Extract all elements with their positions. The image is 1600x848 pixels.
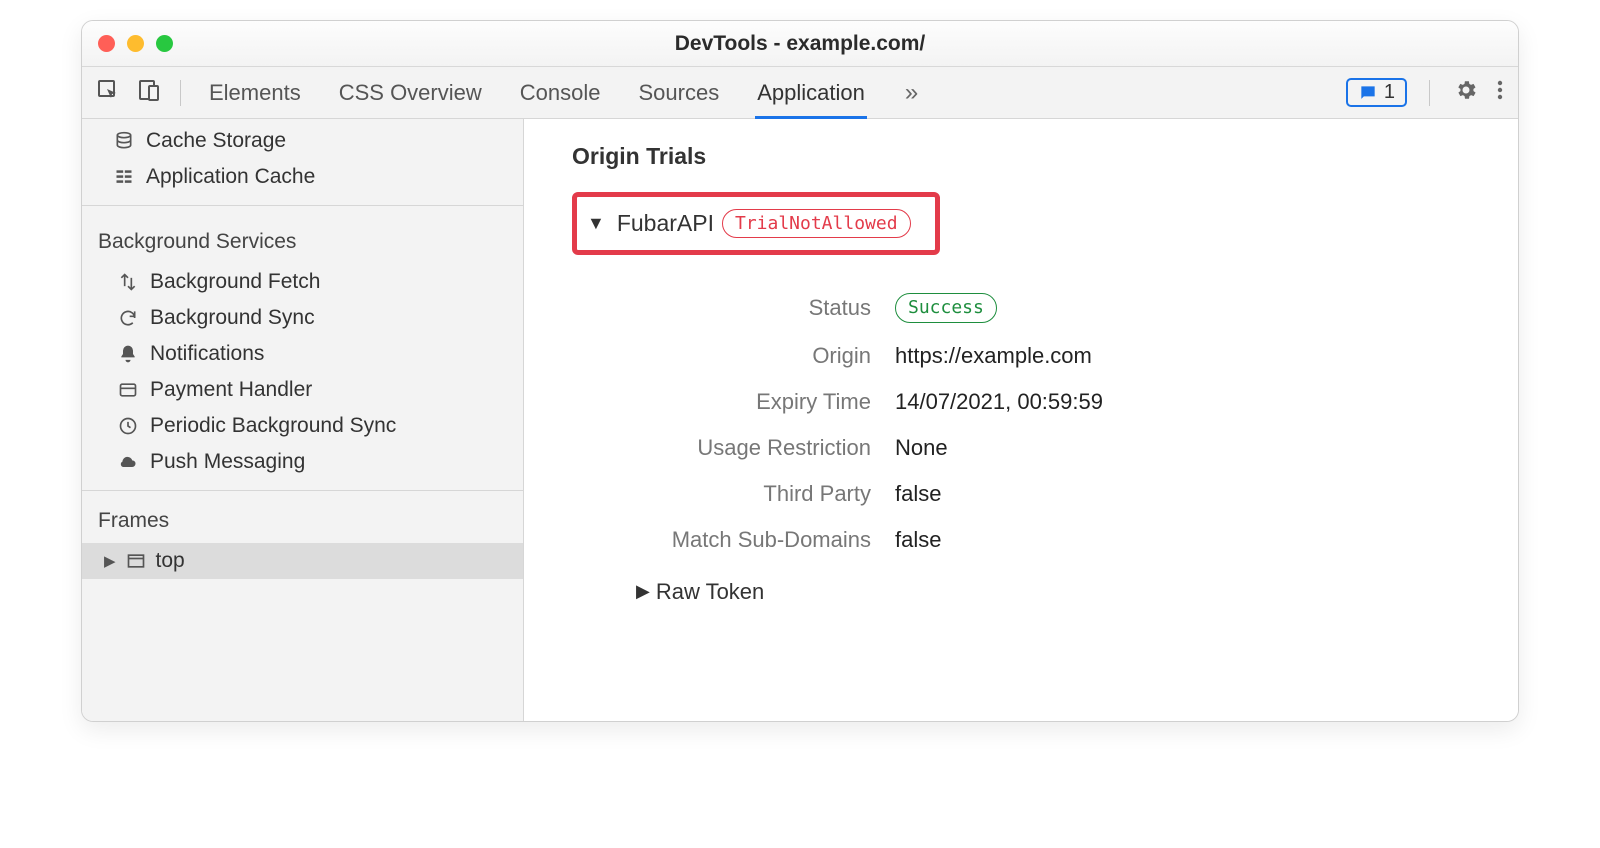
sidebar-item-label: Cache Storage	[146, 129, 286, 153]
label-origin: Origin	[590, 343, 895, 369]
devtools-toolbar: Elements CSS Overview Console Sources Ap…	[82, 67, 1518, 119]
value-expiry: 14/07/2021, 00:59:59	[895, 389, 1103, 415]
sidebar-item-frame-top[interactable]: ▶ top	[82, 543, 523, 579]
devtools-window: DevTools - example.com/ Elements CSS Ove…	[81, 20, 1519, 722]
toolbar-left	[96, 78, 187, 108]
tab-sources[interactable]: Sources	[638, 68, 719, 118]
expand-triangle-icon[interactable]: ▶	[104, 552, 116, 570]
frame-name: top	[156, 549, 185, 573]
row-third-party: Third Party false	[590, 471, 1488, 517]
kebab-menu-icon[interactable]	[1496, 78, 1504, 108]
close-window-icon[interactable]	[98, 35, 115, 52]
toolbar-divider	[180, 80, 181, 106]
sidebar-item-label: Application Cache	[146, 165, 315, 189]
sidebar-item-label: Background Sync	[150, 306, 315, 330]
raw-token-row[interactable]: ▶ Raw Token	[636, 579, 1488, 605]
label-usage-restriction: Usage Restriction	[590, 435, 895, 461]
panel-title: Origin Trials	[572, 143, 1488, 170]
tab-application[interactable]: Application	[757, 68, 865, 118]
titlebar: DevTools - example.com/	[82, 21, 1518, 67]
application-sidebar: Cache Storage Application Cache Backgrou…	[82, 119, 524, 721]
tab-console[interactable]: Console	[520, 68, 601, 118]
label-third-party: Third Party	[590, 481, 895, 507]
sidebar-item-notifications[interactable]: Notifications	[82, 336, 523, 372]
device-toolbar-icon[interactable]	[136, 78, 160, 108]
sidebar-item-application-cache[interactable]: Application Cache	[82, 159, 523, 195]
expand-triangle-icon[interactable]: ▶	[636, 581, 650, 602]
sync-icon	[116, 308, 140, 328]
row-usage-restriction: Usage Restriction None	[590, 425, 1488, 471]
label-match-subdomains: Match Sub-Domains	[590, 527, 895, 553]
application-main-panel: Origin Trials ▼ FubarAPI TrialNotAllowed…	[524, 119, 1518, 721]
credit-card-icon	[116, 380, 140, 400]
value-usage-restriction: None	[895, 435, 948, 461]
trial-status-pill: TrialNotAllowed	[722, 209, 911, 238]
value-origin: https://example.com	[895, 343, 1092, 369]
trial-name: FubarAPI	[617, 210, 714, 237]
sidebar-item-label: Background Fetch	[150, 270, 320, 294]
sidebar-group-background: Background Services Background Fetch Bac…	[82, 206, 523, 491]
clock-icon	[116, 416, 140, 436]
more-tabs-icon[interactable]: »	[905, 79, 918, 107]
sidebar-heading-frames: Frames	[82, 495, 523, 543]
sidebar-item-label: Push Messaging	[150, 450, 305, 474]
trial-details-table: Status Success Origin https://example.co…	[590, 283, 1488, 562]
sidebar-item-push-messaging[interactable]: Push Messaging	[82, 444, 523, 480]
sidebar-item-label: Payment Handler	[150, 378, 312, 402]
content-area: Cache Storage Application Cache Backgrou…	[82, 119, 1518, 721]
inspect-element-icon[interactable]	[96, 78, 120, 108]
minimize-window-icon[interactable]	[127, 35, 144, 52]
value-third-party: false	[895, 481, 941, 507]
issues-badge[interactable]: 1	[1346, 78, 1407, 107]
tab-elements[interactable]: Elements	[209, 68, 301, 118]
sidebar-heading-background: Background Services	[82, 210, 523, 264]
window-icon	[124, 551, 148, 571]
sidebar-item-label: Periodic Background Sync	[150, 414, 396, 438]
sidebar-item-periodic-sync[interactable]: Periodic Background Sync	[82, 408, 523, 444]
settings-icon[interactable]	[1454, 78, 1478, 108]
status-value-pill: Success	[895, 293, 997, 322]
grid-icon	[112, 167, 136, 187]
value-match-subdomains: false	[895, 527, 941, 553]
sidebar-item-background-fetch[interactable]: Background Fetch	[82, 264, 523, 300]
row-status: Status Success	[590, 283, 1488, 332]
bell-icon	[116, 344, 140, 364]
issues-count: 1	[1384, 81, 1395, 104]
sidebar-group-frames: Frames ▶ top	[82, 491, 523, 589]
cloud-icon	[116, 452, 140, 472]
devtools-tabs: Elements CSS Overview Console Sources Ap…	[209, 68, 918, 118]
row-match-subdomains: Match Sub-Domains false	[590, 517, 1488, 563]
label-expiry: Expiry Time	[590, 389, 895, 415]
database-icon	[112, 131, 136, 151]
label-status: Status	[590, 295, 895, 321]
sidebar-item-label: Notifications	[150, 342, 264, 366]
row-origin: Origin https://example.com	[590, 333, 1488, 379]
toolbar-right: 1	[1346, 78, 1504, 108]
origin-trial-highlight: ▼ FubarAPI TrialNotAllowed	[572, 192, 940, 255]
zoom-window-icon[interactable]	[156, 35, 173, 52]
row-expiry: Expiry Time 14/07/2021, 00:59:59	[590, 379, 1488, 425]
collapse-triangle-icon[interactable]: ▼	[587, 213, 605, 234]
raw-token-label: Raw Token	[656, 579, 764, 605]
tab-css-overview[interactable]: CSS Overview	[339, 68, 482, 118]
sidebar-item-payment-handler[interactable]: Payment Handler	[82, 372, 523, 408]
toolbar-divider	[1429, 80, 1430, 106]
traffic-lights	[98, 35, 173, 52]
sidebar-group-cache: Cache Storage Application Cache	[82, 119, 523, 206]
window-title: DevTools - example.com/	[82, 32, 1518, 56]
transfer-icon	[116, 272, 140, 292]
sidebar-item-background-sync[interactable]: Background Sync	[82, 300, 523, 336]
sidebar-item-cache-storage[interactable]: Cache Storage	[82, 123, 523, 159]
